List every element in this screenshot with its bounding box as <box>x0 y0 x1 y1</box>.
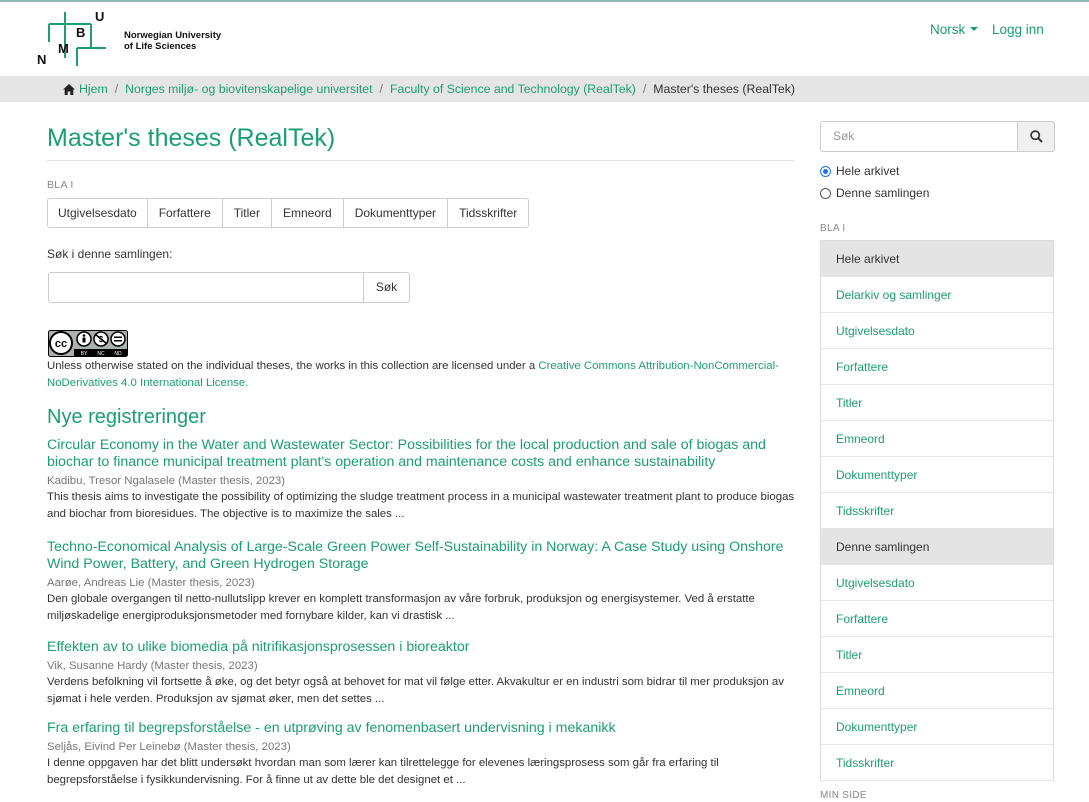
item-meta: Vik, Susanne Hardy (Master thesis, 2023) <box>47 660 258 672</box>
collection-search-label: Søk i denne samlingen: <box>47 247 173 261</box>
item-abstract: This thesis aims to investigate the poss… <box>47 491 795 520</box>
list-item: Fra erfaring til begrepsforståelse - en … <box>47 720 799 789</box>
search-icon <box>1029 130 1043 143</box>
browse-by-journal-button[interactable]: Tidsskrifter <box>447 198 530 228</box>
browse-by-doctype-button[interactable]: Dokumenttyper <box>342 198 449 228</box>
sidebar-item-authors[interactable]: Forfattere <box>821 349 1053 385</box>
radio-button[interactable] <box>820 187 831 199</box>
nmbu-logo[interactable]: N M B U Norwegian University of Life Sci… <box>36 8 236 66</box>
sidebar-browse-label: BLA I <box>820 223 846 234</box>
scope-radio-all-label: Hele arkivet <box>836 164 900 178</box>
nmbu-logo-mark: N M B U <box>37 9 106 66</box>
sidebar-item-communities[interactable]: Delarkiv og samlinger <box>821 277 1053 313</box>
breadcrumb-university[interactable]: Norges miljø- og biovitenskapelige unive… <box>125 82 372 96</box>
breadcrumb-current: Master's theses (RealTek) <box>653 82 795 96</box>
license-text: Unless otherwise stated on the individua… <box>47 358 792 392</box>
list-item: Effekten av to ulike biomedia på nitrifi… <box>47 639 799 708</box>
breadcrumb-separator: / <box>642 82 647 96</box>
browse-by-date-button[interactable]: Utgivelsesdato <box>47 198 148 228</box>
sidebar-group-all-header: Hele arkivet <box>821 241 1053 277</box>
sidebar-search-input[interactable]: Søk <box>820 121 1018 152</box>
new-submissions-heading: Nye registreringer <box>47 406 206 428</box>
sidebar-collection-item-authors[interactable]: Forfattere <box>821 601 1053 637</box>
language-dropdown[interactable]: Norsk <box>930 22 979 37</box>
sidebar-search-button[interactable] <box>1018 121 1055 152</box>
cc-badge-label-nc: NC <box>97 351 105 357</box>
logo-letter-m: M <box>58 41 69 56</box>
sidebar-item-date[interactable]: Utgivelsesdato <box>821 313 1053 349</box>
caret-down-icon <box>970 27 979 31</box>
logo-text-line1: Norwegian University <box>124 30 222 41</box>
site-header: N M B U Norwegian University of Life Sci… <box>0 2 1089 72</box>
sidebar-search: Søk <box>820 121 1055 152</box>
item-meta: Seljås, Eivind Per Leinebø (Master thesi… <box>47 741 291 753</box>
sidebar-collection-item-journals[interactable]: Tidsskrifter <box>821 745 1053 781</box>
browse-by-author-button[interactable]: Forfattere <box>146 198 223 228</box>
breadcrumb-home[interactable]: Hjem <box>79 82 108 96</box>
logo-text-line2: of Life Sciences <box>124 41 197 52</box>
sidebar-item-journals[interactable]: Tidsskrifter <box>821 493 1053 529</box>
sidebar-item-doctypes[interactable]: Dokumenttyper <box>821 457 1053 493</box>
logo-letter-b: B <box>76 25 85 40</box>
scope-radio-collection-label: Denne samlingen <box>836 186 930 200</box>
collection-search-input[interactable] <box>48 272 364 303</box>
browse-button-group: Utgivelsesdato Forfattere Titler Emneord… <box>47 198 530 228</box>
sidebar-collection-item-subjects[interactable]: Emneord <box>821 673 1053 709</box>
item-title-link[interactable]: Effekten av to ulike biomedia på nitrifi… <box>47 639 469 655</box>
item-abstract: Den globale overgangen til netto-nulluts… <box>47 593 755 622</box>
sidebar-collection-item-doctypes[interactable]: Dokumenttyper <box>821 709 1053 745</box>
sidebar-my-page-label: MIN SIDE <box>820 790 867 801</box>
logo-letter-n: N <box>37 52 46 66</box>
page-title: Master's theses (RealTek) <box>47 124 336 152</box>
logo-text: Norwegian University of Life Sciences <box>124 30 221 52</box>
breadcrumb-separator: / <box>114 82 119 96</box>
sidebar-collection-item-titles[interactable]: Titler <box>821 637 1053 673</box>
title-divider <box>47 160 795 161</box>
radio-button-checked[interactable] <box>820 165 831 177</box>
license-prefix: Unless otherwise stated on the individua… <box>47 360 539 372</box>
home-icon <box>63 78 75 104</box>
language-label: Norsk <box>930 22 966 37</box>
logo-letter-u: U <box>95 9 104 24</box>
collection-search: Søk <box>48 272 410 303</box>
sidebar-item-titles[interactable]: Titler <box>821 385 1053 421</box>
item-title-link[interactable]: Fra erfaring til begrepsforståelse - en … <box>47 720 616 736</box>
breadcrumb-faculty[interactable]: Faculty of Science and Technology (RealT… <box>390 82 636 96</box>
item-title-link[interactable]: Techno-Economical Analysis of Large-Scal… <box>47 539 784 572</box>
item-meta: Kadibu, Tresor Ngalasele (Master thesis,… <box>47 475 286 487</box>
item-title-link[interactable]: Circular Economy in the Water and Wastew… <box>47 437 766 470</box>
svg-text:cc: cc <box>55 338 67 350</box>
collection-search-button[interactable]: Søk <box>364 272 410 303</box>
sidebar-collection-item-date[interactable]: Utgivelsesdato <box>821 565 1053 601</box>
sidebar-browse-list: Hele arkivet Delarkiv og samlinger Utgiv… <box>820 240 1054 781</box>
browse-label: BLA I <box>47 179 74 191</box>
sidebar-item-subjects[interactable]: Emneord <box>821 421 1053 457</box>
login-link[interactable]: Logg inn <box>992 22 1044 37</box>
list-item: Circular Economy in the Water and Wastew… <box>47 437 799 523</box>
breadcrumb-separator: / <box>379 82 383 96</box>
cc-license-badge-icon[interactable]: cc $ BY NC ND <box>48 330 128 357</box>
item-meta: Aarøe, Andreas Lie (Master thesis, 2023) <box>47 577 255 589</box>
browse-by-subject-button[interactable]: Emneord <box>270 198 344 228</box>
list-item: Techno-Economical Analysis of Large-Scal… <box>47 539 799 625</box>
browse-by-title-button[interactable]: Titler <box>221 198 272 228</box>
scope-radio-collection[interactable]: Denne samlingen <box>820 186 929 200</box>
scope-radio-all[interactable]: Hele arkivet <box>820 164 899 178</box>
sidebar-group-collection-header: Denne samlingen <box>821 529 1053 565</box>
breadcrumb: Hjem / Norges miljø- og biovitenskapelige … <box>0 76 1089 102</box>
cc-badge-label-by: BY <box>81 351 88 357</box>
cc-badge-label-nd: ND <box>114 351 122 357</box>
item-abstract: Verdens befolkning vil fortsette å øke, … <box>47 676 784 705</box>
item-abstract: I denne oppgaven har det blitt undersøkt… <box>47 757 719 786</box>
